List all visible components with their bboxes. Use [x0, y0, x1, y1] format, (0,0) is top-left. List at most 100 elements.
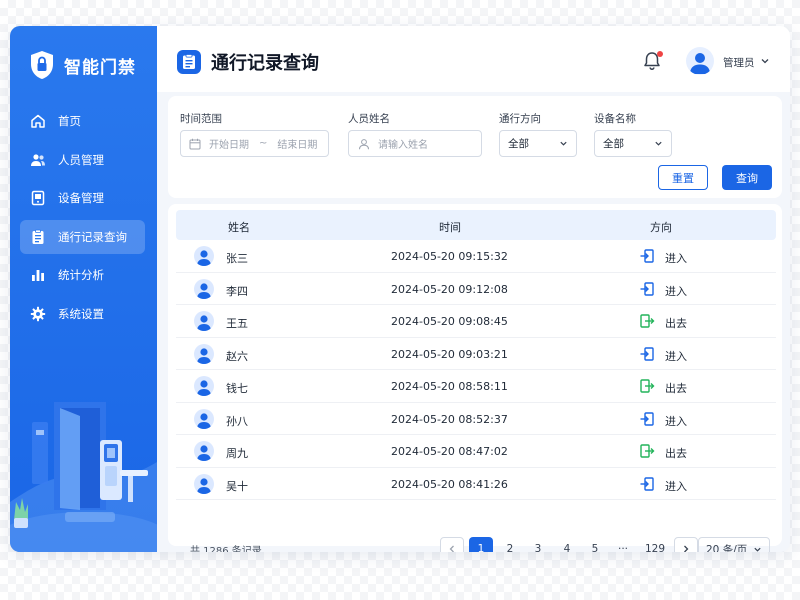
- cell-time: 2024-05-20 09:08:45: [391, 315, 508, 328]
- prev-page-button[interactable]: [440, 537, 464, 552]
- end-date-field[interactable]: 结束日期: [277, 136, 317, 151]
- cell-time: 2024-05-20 09:12:08: [391, 282, 508, 296]
- sidebar-item-label: 首页: [58, 114, 81, 128]
- avatar: [194, 343, 214, 364]
- chevron-right-icon: [684, 545, 689, 552]
- column-header-direction: 方向: [650, 221, 672, 234]
- table-row[interactable]: 孙八 2024-05-20 08:52:37 进入: [176, 403, 776, 435]
- users-icon: [31, 153, 45, 166]
- sidebar-item-label: 统计分析: [58, 268, 104, 283]
- gear-icon: [30, 306, 46, 322]
- cell-direction: 进入: [665, 252, 687, 265]
- user-name[interactable]: 管理员: [723, 55, 755, 70]
- direction-label: 通行方向: [499, 113, 541, 125]
- person-name-input[interactable]: 请输入姓名: [348, 130, 482, 157]
- cell-time: 2024-05-20 08:41:26: [391, 477, 508, 491]
- date-range-picker[interactable]: 开始日期 ~ 结束日期: [180, 130, 329, 157]
- page-title: 通行记录查询: [211, 53, 319, 74]
- chevron-down-icon: [655, 141, 662, 146]
- device-name-label: 设备名称: [594, 113, 636, 125]
- cell-time: 2024-05-20 09:03:21: [391, 347, 508, 361]
- page-button-5[interactable]: 5: [583, 537, 607, 552]
- direction-select[interactable]: 全部: [499, 130, 577, 157]
- person-name-label: 人员姓名: [348, 113, 390, 125]
- page-size-value: 20 条/页: [706, 543, 748, 553]
- start-date-field[interactable]: 开始日期: [209, 136, 249, 151]
- enter-icon: [640, 249, 654, 263]
- calendar-icon: [189, 138, 201, 149]
- top-header: 通行记录查询 管理员: [157, 26, 790, 92]
- cell-name: 周九: [226, 447, 248, 460]
- sidebar: 智能门禁 首页 人员管理 设备管理 通行记录查询 统计分析 系统设置: [10, 26, 157, 552]
- sidebar-item-label: 系统设置: [58, 306, 104, 321]
- cell-name: 王五: [226, 317, 248, 330]
- cell-direction: 出去: [665, 382, 687, 395]
- cell-direction: 进入: [665, 349, 687, 363]
- avatar: [194, 311, 214, 331]
- total-records: 共 1286 条记录: [190, 546, 262, 552]
- cell-direction: 出去: [665, 317, 687, 330]
- cell-time: 2024-05-20 08:52:37: [391, 412, 508, 426]
- cell-direction: 进入: [665, 414, 687, 428]
- chevron-down-icon[interactable]: [760, 56, 770, 66]
- enter-icon: [640, 411, 654, 426]
- avatar: [194, 376, 214, 396]
- page-button-3[interactable]: 3: [526, 537, 550, 552]
- avatar: [194, 441, 214, 461]
- page-button-2[interactable]: 2: [498, 537, 522, 552]
- cell-name: 张三: [226, 252, 248, 265]
- sidebar-item-settings[interactable]: 系统设置: [20, 297, 145, 331]
- page-ellipsis[interactable]: ···: [611, 537, 635, 552]
- cell-time: 2024-05-20 08:58:11: [391, 380, 508, 393]
- brand: 智能门禁: [30, 50, 136, 80]
- sidebar-item-records[interactable]: 通行记录查询: [20, 219, 145, 254]
- table-row[interactable]: 吴十 2024-05-20 08:41:26 进入: [176, 468, 776, 500]
- person-name-placeholder: 请输入姓名: [378, 140, 428, 151]
- device-select-value: 全部: [603, 138, 624, 150]
- notification-button[interactable]: [641, 50, 663, 72]
- table-row[interactable]: 张三 2024-05-20 09:15:32 进入: [176, 240, 776, 273]
- chevron-down-icon: [560, 141, 567, 146]
- table-header: 姓名 时间 方向: [176, 210, 776, 240]
- home-icon: [31, 114, 45, 128]
- avatar[interactable]: [686, 47, 714, 75]
- cell-direction: 进入: [665, 284, 687, 298]
- reset-button[interactable]: 重置: [658, 165, 708, 190]
- table-row[interactable]: 钱七 2024-05-20 08:58:11 出去: [176, 370, 776, 403]
- page-button-4[interactable]: 4: [555, 537, 579, 552]
- cell-name: 赵六: [226, 349, 248, 363]
- device-icon: [31, 190, 45, 206]
- device-select[interactable]: 全部: [594, 130, 672, 157]
- sidebar-item-label: 设备管理: [58, 191, 104, 206]
- record-icon: [177, 50, 201, 74]
- exit-icon: [640, 444, 655, 458]
- query-button[interactable]: 查询: [722, 165, 772, 190]
- sidebar-item-devices[interactable]: 设备管理: [20, 181, 145, 215]
- filter-panel: 时间范围 开始日期 ~ 结束日期 人员姓名 请输入姓名 通行方向 全部 设备名称…: [168, 96, 782, 198]
- table-row[interactable]: 周九 2024-05-20 08:47:02 出去: [176, 435, 776, 468]
- table-row[interactable]: 李四 2024-05-20 09:12:08 进入: [176, 273, 776, 305]
- chevron-down-icon: [754, 547, 761, 552]
- cell-direction: 出去: [665, 447, 687, 460]
- page-size-select[interactable]: 20 条/页: [698, 537, 770, 552]
- cell-time: 2024-05-20 09:15:32: [391, 250, 508, 263]
- cell-time: 2024-05-20 08:47:02: [391, 445, 508, 458]
- record-icon: [32, 229, 44, 244]
- next-page-button[interactable]: [674, 537, 698, 552]
- sidebar-item-home[interactable]: 首页: [20, 104, 145, 138]
- sidebar-item-label: 通行记录查询: [58, 229, 127, 244]
- sidebar-item-users[interactable]: 人员管理: [20, 143, 145, 177]
- sidebar-nav: 首页 人员管理 设备管理 通行记录查询 统计分析 系统设置: [20, 104, 145, 336]
- cell-name: 李四: [226, 284, 248, 298]
- sidebar-item-stats[interactable]: 统计分析: [20, 258, 145, 292]
- enter-icon: [640, 281, 654, 296]
- page-button-1[interactable]: 1: [469, 537, 493, 552]
- table-row[interactable]: 王五 2024-05-20 09:08:45 出去: [176, 305, 776, 338]
- page-button-last[interactable]: 129: [640, 537, 670, 552]
- notification-badge: [657, 51, 663, 57]
- avatar: [194, 408, 214, 429]
- direction-select-value: 全部: [508, 138, 529, 150]
- table-row[interactable]: 赵六 2024-05-20 09:03:21 进入: [176, 338, 776, 370]
- shield-lock-icon: [31, 51, 53, 79]
- cell-name: 孙八: [226, 414, 248, 428]
